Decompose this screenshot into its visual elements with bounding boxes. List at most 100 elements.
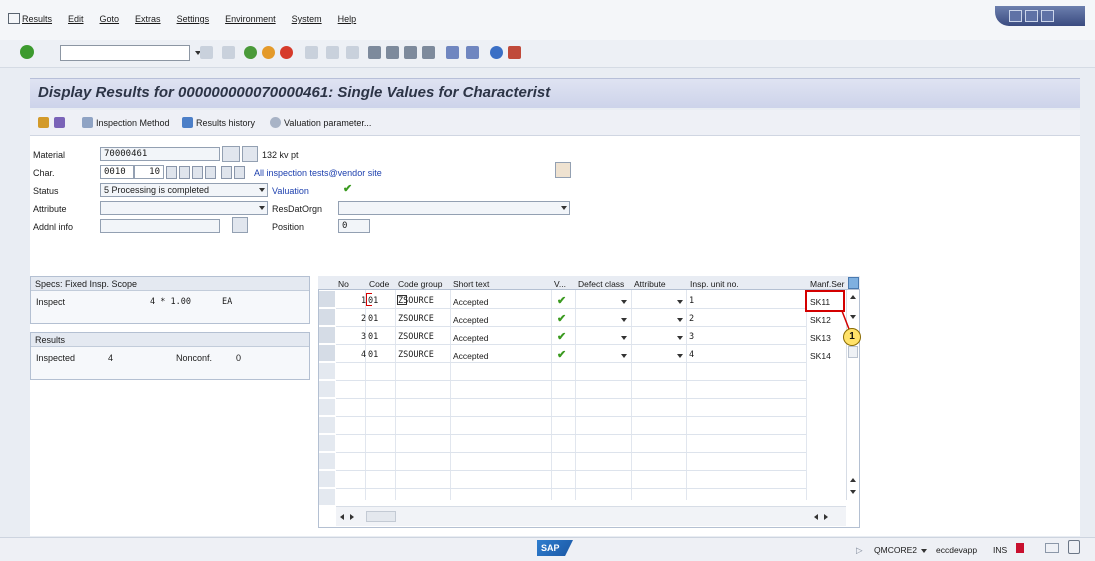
layout-icon[interactable]	[508, 46, 521, 59]
row-3-code[interactable]: 01	[368, 332, 378, 342]
col-insp-unit[interactable]: Insp. unit no.	[690, 279, 739, 289]
row-2-code[interactable]: 01	[368, 314, 378, 324]
scroll-left-icon[interactable]	[814, 514, 818, 520]
exit-icon[interactable]	[262, 46, 275, 59]
find-icon[interactable]	[326, 46, 339, 59]
lock-icon[interactable]	[1068, 540, 1080, 554]
menu-extras[interactable]: Extras	[135, 14, 161, 30]
scroll-down-icon[interactable]	[234, 166, 245, 179]
menu-settings[interactable]: Settings	[177, 14, 210, 30]
col-code-group[interactable]: Code group	[398, 279, 442, 289]
new-session-icon[interactable]	[446, 46, 459, 59]
scroll-up-icon[interactable]	[850, 295, 856, 299]
material-display-icon[interactable]	[222, 146, 240, 162]
valuation-parameter-button[interactable]: Valuation parameter...	[270, 117, 371, 128]
mode-label[interactable]: INS	[993, 545, 1007, 555]
enter-icon[interactable]	[20, 45, 34, 59]
col-no[interactable]: No	[338, 279, 349, 289]
status-dropdown[interactable]: 5 Processing is completed	[100, 183, 268, 197]
row-selector[interactable]	[319, 309, 335, 326]
addnl-info-field[interactable]	[100, 219, 220, 233]
resdatorgn-dropdown[interactable]	[338, 201, 570, 215]
layout-switch-icon[interactable]	[1045, 543, 1059, 553]
row-4-code[interactable]: 01	[368, 350, 378, 360]
scroll-up-icon[interactable]	[221, 166, 232, 179]
previous-char-icon[interactable]	[179, 166, 190, 179]
first-char-icon[interactable]	[166, 166, 177, 179]
chevron-down-icon[interactable]	[921, 549, 927, 553]
glasses-icon[interactable]	[232, 217, 248, 233]
shortcut-icon[interactable]	[466, 46, 479, 59]
tcode-label[interactable]: QMCORE2	[874, 545, 917, 555]
position-field[interactable]: 0	[338, 219, 370, 233]
attribute-dropdown-icon[interactable]	[677, 318, 683, 322]
char-field[interactable]: 0010	[100, 165, 134, 179]
material-field[interactable]: 70000461	[100, 147, 220, 161]
last-page-icon[interactable]	[422, 46, 435, 59]
menu-goto[interactable]: Goto	[100, 14, 120, 30]
back-nav-icon[interactable]	[200, 46, 213, 59]
char-number-field[interactable]: 10	[134, 165, 164, 179]
last-char-icon[interactable]	[205, 166, 216, 179]
col-code[interactable]: Code	[369, 279, 389, 289]
scroll-thumb[interactable]	[848, 346, 858, 358]
minimize-icon[interactable]	[1009, 10, 1022, 22]
scroll-right-icon[interactable]	[350, 514, 354, 520]
scroll-up-icon[interactable]	[850, 478, 856, 482]
attribute-dropdown[interactable]	[100, 201, 268, 215]
col-short-text[interactable]: Short text	[453, 279, 489, 289]
attribute-dropdown-icon[interactable]	[677, 354, 683, 358]
back-icon[interactable]	[244, 46, 257, 59]
row-selector[interactable]	[319, 399, 335, 416]
first-page-icon[interactable]	[368, 46, 381, 59]
previous-page-icon[interactable]	[386, 46, 399, 59]
next-char-icon[interactable]	[192, 166, 203, 179]
material-doc-icon[interactable]	[242, 146, 258, 162]
inspection-method-button[interactable]: Inspection Method	[82, 117, 170, 128]
row-selector[interactable]	[319, 327, 335, 344]
defect-class-dropdown-icon[interactable]	[621, 318, 627, 322]
row-selector[interactable]	[319, 471, 335, 488]
menu-results[interactable]: Results	[22, 14, 52, 30]
save-icon[interactable]	[222, 46, 235, 59]
edit-char-icon[interactable]	[54, 117, 65, 128]
close-icon[interactable]	[1041, 10, 1054, 22]
cancel-icon[interactable]	[280, 46, 293, 59]
table-settings-icon[interactable]	[848, 277, 859, 289]
row-selector[interactable]	[319, 489, 335, 506]
other-char-icon[interactable]	[38, 117, 49, 128]
attribute-dropdown-icon[interactable]	[677, 336, 683, 340]
scroll-down-icon[interactable]	[850, 490, 856, 494]
attribute-dropdown-icon[interactable]	[677, 300, 683, 304]
row-selector[interactable]	[319, 381, 335, 398]
col-attribute[interactable]: Attribute	[634, 279, 666, 289]
find-next-icon[interactable]	[346, 46, 359, 59]
print-icon[interactable]	[305, 46, 318, 59]
menu-system[interactable]: System	[292, 14, 322, 30]
row-selector[interactable]	[319, 435, 335, 452]
defect-class-dropdown-icon[interactable]	[621, 300, 627, 304]
menu-environment[interactable]: Environment	[225, 14, 276, 30]
row-4-manf-ser[interactable]: SK14	[810, 351, 831, 361]
scroll-right-icon[interactable]	[824, 514, 828, 520]
play-icon[interactable]: ▷	[856, 545, 863, 556]
row-selector[interactable]	[319, 291, 335, 308]
row-selector[interactable]	[319, 453, 335, 470]
menu-help[interactable]: Help	[338, 14, 357, 30]
command-field[interactable]	[60, 45, 201, 61]
next-page-icon[interactable]	[404, 46, 417, 59]
long-text-icon[interactable]	[555, 162, 571, 178]
row-selector[interactable]	[319, 345, 335, 362]
horizontal-scrollbar[interactable]	[336, 506, 846, 526]
row-selector[interactable]	[319, 363, 335, 380]
defect-class-dropdown-icon[interactable]	[621, 336, 627, 340]
scroll-left-icon[interactable]	[340, 514, 344, 520]
hscroll-thumb[interactable]	[366, 511, 396, 522]
defect-class-dropdown-icon[interactable]	[621, 354, 627, 358]
col-defect-class[interactable]: Defect class	[578, 279, 624, 289]
menu-icon[interactable]	[8, 13, 20, 24]
row-2-manf-ser[interactable]: SK12	[810, 315, 831, 325]
col-manf-ser[interactable]: Manf.Ser	[810, 279, 845, 289]
flag-icon[interactable]	[1016, 543, 1024, 553]
menu-edit[interactable]: Edit	[68, 14, 84, 30]
